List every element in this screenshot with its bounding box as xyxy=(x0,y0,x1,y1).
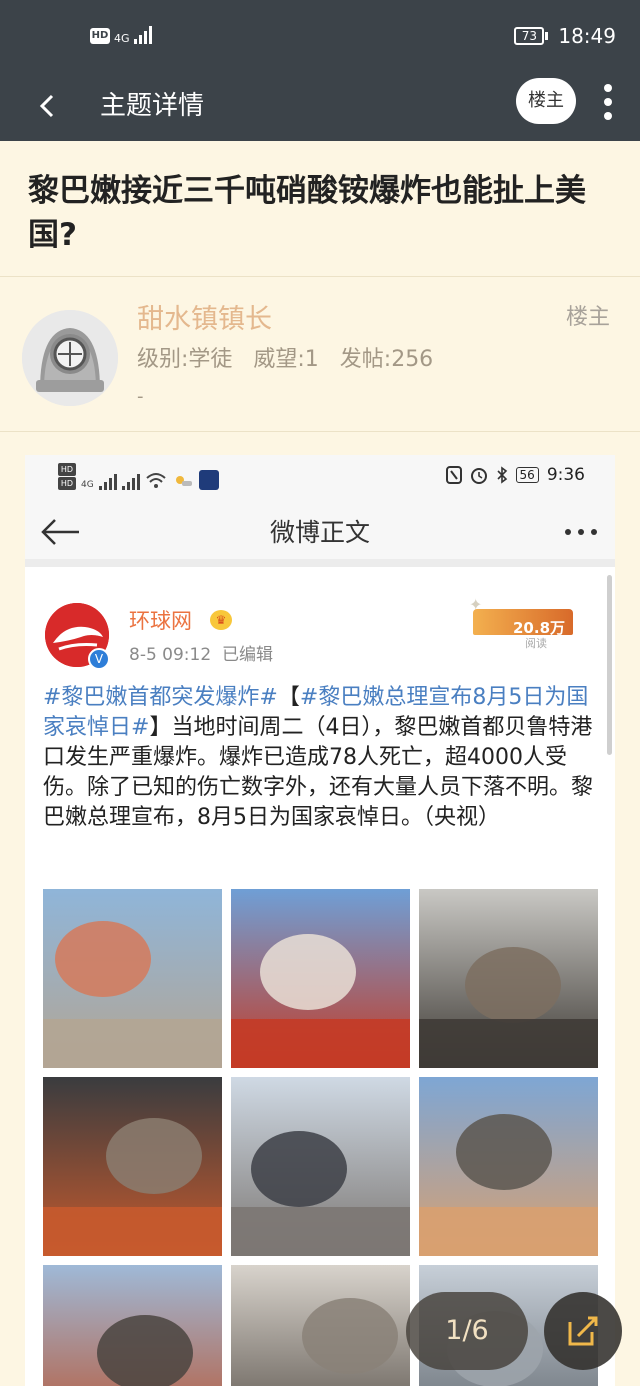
alarm-icon xyxy=(470,468,487,484)
signal-icon-2 xyxy=(121,472,140,490)
hd-icon: HD xyxy=(58,463,76,476)
embedded-status-bar: HD HD 4G 56 9:36 xyxy=(25,455,615,499)
author-stats: 级别:学徒 威望:1 发帖:256 xyxy=(137,347,434,372)
ruins-fire-photo[interactable] xyxy=(43,1265,222,1386)
author-signature: - xyxy=(137,386,144,407)
harbor-smoke-photo[interactable] xyxy=(419,1077,598,1256)
thread-title-section: 黎巴嫩接近三千吨硝酸铵爆炸也能扯上美国? xyxy=(0,141,640,277)
street-aerial-photo[interactable] xyxy=(419,889,598,1068)
weibo-post-header: V 环球网 ♛ 8-5 09:12 已编辑 ✦ 20.8万 阅读 xyxy=(25,575,615,683)
only-op-button[interactable]: 楼主 xyxy=(516,78,576,124)
app-bar: 主题详情 楼主 xyxy=(0,72,640,141)
smoke-plume-photo[interactable] xyxy=(231,1077,410,1256)
embedded-status-left: HD HD 4G xyxy=(58,463,219,490)
author-block: 甜水镇镇长 级别:学徒 威望:1 发帖:256 - 楼主 xyxy=(0,278,640,432)
system-status-bar: HD 4G 73 18:49 xyxy=(0,0,640,72)
avatar[interactable] xyxy=(22,310,118,406)
read-count-badge: ✦ 20.8万 阅读 xyxy=(465,595,575,651)
battery-level: 56 xyxy=(515,467,539,483)
status-right: 73 18:49 xyxy=(514,24,616,48)
wifi-icon xyxy=(146,473,166,488)
mushroom-cloud-photo[interactable] xyxy=(43,889,222,1068)
embedded-status-right: 56 9:36 xyxy=(445,465,585,485)
battery-icon: 73 xyxy=(514,27,549,45)
back-arrow-icon xyxy=(39,94,54,118)
back-button[interactable] xyxy=(30,86,70,126)
top-bar: HD 4G 73 18:49 主题详情 楼主 xyxy=(0,0,640,141)
hd-icon: HD xyxy=(90,28,110,44)
crown-icon: ♛ xyxy=(210,610,232,630)
more-menu-button[interactable] xyxy=(596,82,620,122)
damaged-street-photo[interactable] xyxy=(231,1265,410,1386)
news-app-icon xyxy=(198,470,219,490)
thread-title: 黎巴嫩接近三千吨硝酸铵爆炸也能扯上美国? xyxy=(28,173,586,253)
nfc-icon xyxy=(445,466,462,484)
more-dots-icon xyxy=(604,84,612,92)
bracket: 【 xyxy=(277,685,300,710)
weibo-post-text: #黎巴嫩首都突发爆炸#【#黎巴嫩总理宣布8月5日为国家哀悼日#】当地时间周二（4… xyxy=(43,683,599,833)
bluetooth-icon xyxy=(496,466,507,484)
diving-helmet-icon xyxy=(22,310,118,406)
page-title: 主题详情 xyxy=(100,91,205,121)
weather-icon xyxy=(175,476,192,486)
hashtag-link[interactable]: #黎巴嫩首都突发爆炸# xyxy=(43,685,278,710)
post-time: 8-5 09:12 已编辑 xyxy=(129,645,273,665)
poster-name[interactable]: 环球网 xyxy=(129,607,192,635)
status-left: HD 4G xyxy=(90,26,152,44)
clock: 18:49 xyxy=(558,24,616,48)
embedded-nav-bar: 微博正文 xyxy=(25,499,615,567)
read-label: 阅读 xyxy=(525,637,547,650)
shockwave-dome-photo[interactable] xyxy=(231,889,410,1068)
battery-level: 73 xyxy=(514,27,545,45)
embedded-screenshot[interactable]: HD HD 4G 56 9:36 微博正文 V 环球网 ♛ 8-5 09:12 … xyxy=(25,455,615,1386)
author-name[interactable]: 甜水镇镇长 xyxy=(137,300,272,340)
network-type: 4G xyxy=(114,32,130,45)
page-indicator-button[interactable]: 1/6 xyxy=(406,1292,528,1370)
op-label: 楼主 xyxy=(565,305,610,330)
hd-icon-2: HD xyxy=(58,477,76,490)
firefighters-photo[interactable] xyxy=(43,1077,222,1256)
edit-icon xyxy=(568,1316,598,1346)
network-type: 4G xyxy=(81,480,94,490)
signal-icon xyxy=(98,472,117,490)
verified-icon: V xyxy=(88,648,110,670)
signal-icon xyxy=(133,26,152,44)
weibo-page-title: 微博正文 xyxy=(269,518,370,547)
reply-button[interactable] xyxy=(544,1292,622,1370)
more-dots-icon[interactable] xyxy=(565,529,597,535)
clock: 9:36 xyxy=(546,465,585,485)
